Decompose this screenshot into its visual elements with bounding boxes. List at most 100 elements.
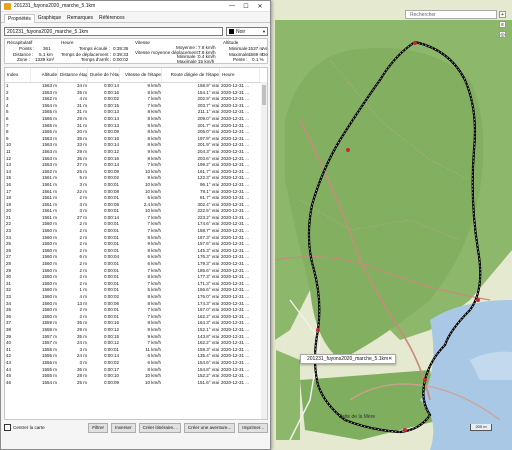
checkbox-box[interactable] bbox=[4, 424, 11, 431]
table-row[interactable]: 17 1561 m 22 m 0:00:08 10 km/h 78.1° vrai 2020… bbox=[5, 189, 267, 196]
points-table[interactable]: Index Altitude Distance étape Durée de l… bbox=[4, 67, 268, 420]
table-cell: 10 km/h bbox=[144, 379, 161, 385]
table-cell: 1560 m bbox=[41, 313, 57, 319]
table-row[interactable]: 26 1560 m 2 m 0:00:01 8 km/h 145.3° vrai 2020-… bbox=[5, 248, 267, 255]
table-row[interactable]: 29 1560 m 2 m 0:00:01 7 km/h 185.6° vrai 2020-… bbox=[5, 268, 267, 275]
table-row[interactable]: 11 1563 m 29 m 0:00:12 9 km/h 204.3° vrai 2020… bbox=[5, 149, 267, 156]
table-cell: 8 km/h bbox=[147, 247, 161, 253]
table-row[interactable]: 44 1555 m 36 m 0:00:17 8 km/h 154.8° vrai 2020… bbox=[5, 367, 267, 374]
table-row[interactable]: 16 1561 m 3 m 0:00:01 10 km/h 96.1° vrai 2020-… bbox=[5, 182, 267, 189]
track-name-input[interactable]: 201231_fuyons2020_marche_5.1km bbox=[4, 27, 223, 36]
table-row[interactable]: 24 1560 m 2 m 0:00:01 8 km/h 167.3° vrai 2020-… bbox=[5, 235, 267, 242]
map-search-input[interactable]: Rechercher bbox=[405, 10, 497, 19]
column-header[interactable]: Altitude bbox=[31, 68, 58, 82]
tab-properties[interactable]: Propriétés bbox=[4, 14, 35, 23]
table-row[interactable]: 39 1557 m 35 m 0:00:15 9 km/h 143.8° vrai 2020… bbox=[5, 334, 267, 341]
table-cell: 19 bbox=[6, 201, 12, 207]
maximize-button[interactable]: ☐ bbox=[239, 3, 253, 10]
table-row[interactable]: 8 1565 m 20 m 0:00:09 8 km/h 205.0° vrai 2020-… bbox=[5, 129, 267, 136]
close-icon[interactable]: ✕ bbox=[388, 356, 392, 362]
column-header[interactable]: Durée de l'étape bbox=[88, 68, 120, 82]
close-button[interactable]: ✕ bbox=[253, 3, 267, 10]
table-row[interactable]: 30 1560 m 2 m 0:00:01 8 km/h 177.3° vrai 2020-… bbox=[5, 274, 267, 281]
stat-value: 15 km/h bbox=[198, 58, 215, 64]
table-cell: 8 km/h bbox=[147, 129, 161, 135]
table-row[interactable]: 33 1560 m 4 m 0:00:02 8 km/h 176.0° vrai 2020-… bbox=[5, 294, 267, 301]
table-row[interactable]: 2 1563 m 35 m 0:00:16 8 km/h 154.1° vrai 2020-… bbox=[5, 90, 267, 97]
table-row[interactable]: 35 1560 m 2 m 0:00:01 7 km/h 167.0° vrai 2020-… bbox=[5, 307, 267, 314]
table-row[interactable]: 31 1560 m 2 m 0:00:01 7 km/h 171.3° vrai 2020-… bbox=[5, 281, 267, 288]
column-header[interactable]: Vitesse de l'étape bbox=[120, 68, 162, 82]
table-row[interactable]: 14 1562 m 25 m 0:00:09 10 km/h 161.7° vrai 202… bbox=[5, 169, 267, 176]
map-zoom-in-button[interactable]: + bbox=[499, 11, 506, 18]
table-row[interactable]: 6 1565 m 29 m 0:00:14 8 km/h 209.0° vrai 2020-… bbox=[5, 116, 267, 123]
filter-button[interactable]: Filtrer bbox=[88, 422, 109, 433]
minimize-button[interactable]: — bbox=[225, 3, 239, 9]
table-row[interactable]: 42 1555 m 24 m 0:00:14 6 km/h 135.4° vrai 2020… bbox=[5, 353, 267, 360]
column-header[interactable]: Route dirigée de l'étape bbox=[162, 68, 220, 82]
table-row[interactable]: 13 1563 m 27 m 0:00:14 7 km/h 199.2° vrai 2020… bbox=[5, 162, 267, 169]
table-row[interactable]: 19 1561 m 3 m 0:00:05 2.4 km/h 302.4° vrai 202… bbox=[5, 202, 267, 209]
table-row[interactable]: 40 1557 m 24 m 0:00:12 7 km/h 162.2° vrai 2020… bbox=[5, 340, 267, 347]
map-layers-icon[interactable]: ≡ bbox=[499, 21, 506, 28]
table-row[interactable]: 15 1561 m 5 m 0:00:02 9 km/h 122.3° vrai 2020-… bbox=[5, 175, 267, 182]
table-cell: 1560 m bbox=[41, 228, 57, 234]
table-cell: 10 km/h bbox=[144, 208, 161, 214]
table-cell: 0:00:09 bbox=[103, 379, 119, 385]
table-row[interactable]: 37 1559 m 35 m 0:00:16 8 km/h 164.3° vrai 2020… bbox=[5, 320, 267, 327]
table-row[interactable]: 23 1560 m 2 m 0:00:01 7 km/h 158.7° vrai 2020-… bbox=[5, 228, 267, 235]
table-cell: 24 m bbox=[76, 340, 87, 346]
table-cell: 28 bbox=[6, 261, 12, 267]
table-row[interactable]: 9 1563 m 35 m 0:00:16 8 km/h 197.9° vrai 2020-… bbox=[5, 136, 267, 143]
print-button[interactable]: Imprimer... bbox=[238, 422, 268, 433]
tab-references[interactable]: Références bbox=[96, 14, 128, 22]
table-row[interactable]: 28 1560 m 2 m 0:00:01 6 km/h 179.3° vrai 2020-… bbox=[5, 261, 267, 268]
table-row[interactable]: 3 1562 m 4 m 0:00:02 7 km/h 202.9° vrai 2020-1… bbox=[5, 96, 267, 103]
table-row[interactable]: 10 1563 m 33 m 0:00:14 8 km/h 201.9° vrai 2020… bbox=[5, 142, 267, 149]
tab-graph[interactable]: Graphique bbox=[35, 14, 64, 22]
color-select[interactable]: Noir ▼ bbox=[226, 27, 268, 36]
table-row[interactable]: 25 1560 m 2 m 0:00:01 9 km/h 157.6° vrai 2020-… bbox=[5, 241, 267, 248]
table-row[interactable]: 32 1560 m 1 m 0:00:01 5 km/h 166.6° vrai 2020-… bbox=[5, 287, 267, 294]
track-popup[interactable]: 201231_fuyons2020_marche_5.1km ✕ bbox=[300, 354, 396, 364]
table-row[interactable]: 46 1554 m 25 m 0:00:09 10 km/h 151.6° vrai 202… bbox=[5, 380, 267, 387]
table-cell: 8 km/h bbox=[147, 366, 161, 372]
table-scrollbar[interactable] bbox=[261, 82, 267, 419]
table-cell: 8 km/h bbox=[147, 109, 161, 115]
table-row[interactable]: 21 1561 m 27 m 0:00:14 7 km/h 223.2° vrai 2020… bbox=[5, 215, 267, 222]
table-row[interactable]: 34 1560 m 13 m 0:00:06 8 km/h 174.3° vrai 2020… bbox=[5, 301, 267, 308]
table-row[interactable]: 5 1565 m 31 m 0:00:13 8 km/h 211.1° vrai 2020-… bbox=[5, 109, 267, 116]
table-row[interactable]: 36 1560 m 2 m 0:00:01 7 km/h 162.2° vrai 2020-… bbox=[5, 314, 267, 321]
table-row[interactable]: 20 1561 m 3 m 0:00:01 10 km/h 222.5° vrai 2020… bbox=[5, 208, 267, 215]
tab-notes[interactable]: Remarques bbox=[64, 14, 96, 22]
table-row[interactable]: 41 1555 m 3 m 0:00:01 11 km/h 159.3° vrai 2020… bbox=[5, 347, 267, 354]
table-row[interactable]: 45 1555 m 28 m 0:00:10 10 km/h 152.2° vrai 202… bbox=[5, 373, 267, 380]
table-cell: 31 m bbox=[76, 109, 87, 115]
stat-value: 0:00:02 bbox=[113, 57, 129, 62]
table-row[interactable]: 4 1564 m 31 m 0:00:15 7 km/h 203.7° vrai 2020-… bbox=[5, 103, 267, 110]
table-cell: 41 bbox=[6, 346, 12, 352]
column-header[interactable]: Distance étape bbox=[58, 68, 88, 82]
table-cell: 2020-12-31 ... bbox=[221, 228, 250, 234]
create-route-button[interactable]: Créer itinéraire... bbox=[138, 422, 181, 433]
table-cell: 2020-12-31 ... bbox=[221, 267, 250, 273]
center-map-checkbox[interactable]: Centrer la carte bbox=[4, 424, 45, 431]
scrollbar-thumb[interactable] bbox=[262, 85, 266, 105]
table-cell: 0:00:16 bbox=[103, 89, 119, 95]
reverse-button[interactable]: Inverser bbox=[111, 422, 136, 433]
create-adventure-button[interactable]: Créer une aventure... bbox=[183, 422, 236, 433]
table-row[interactable]: 38 1559 m 29 m 0:00:12 9 km/h 152.1° vrai 2020… bbox=[5, 327, 267, 334]
column-header[interactable]: Index bbox=[5, 68, 31, 82]
column-header[interactable]: Heure bbox=[220, 68, 260, 82]
map-locate-icon[interactable]: ◎ bbox=[499, 31, 506, 38]
table-cell: 201.9° vrai bbox=[197, 142, 219, 148]
table-row[interactable]: 12 1563 m 35 m 0:00:16 8 km/h 203.6° vrai 2020… bbox=[5, 156, 267, 163]
table-row[interactable]: 27 1560 m 6 m 0:00:04 6 km/h 176.3° vrai 2020-… bbox=[5, 254, 267, 261]
table-row[interactable]: 7 1565 m 31 m 0:00:13 8 km/h 201.7° vrai 2020-… bbox=[5, 123, 267, 130]
table-row[interactable]: 1 1563 m 34 m 0:00:14 9 km/h 158.9° vrai 2020-… bbox=[5, 83, 267, 90]
table-row[interactable]: 22 1560 m 2 m 0:00:01 7 km/h 174.6° vrai 2020-… bbox=[5, 221, 267, 228]
table-cell: 2020-12-31 ... bbox=[221, 353, 250, 359]
table-row[interactable]: 18 1561 m 2 m 0:00:01 6 km/h 81.7° vrai 2020-1… bbox=[5, 195, 267, 202]
table-cell: 0:00:01 bbox=[103, 287, 119, 293]
table-row[interactable]: 43 1555 m 3 m 0:00:02 6 km/h 154.6° vrai 2020-… bbox=[5, 360, 267, 367]
